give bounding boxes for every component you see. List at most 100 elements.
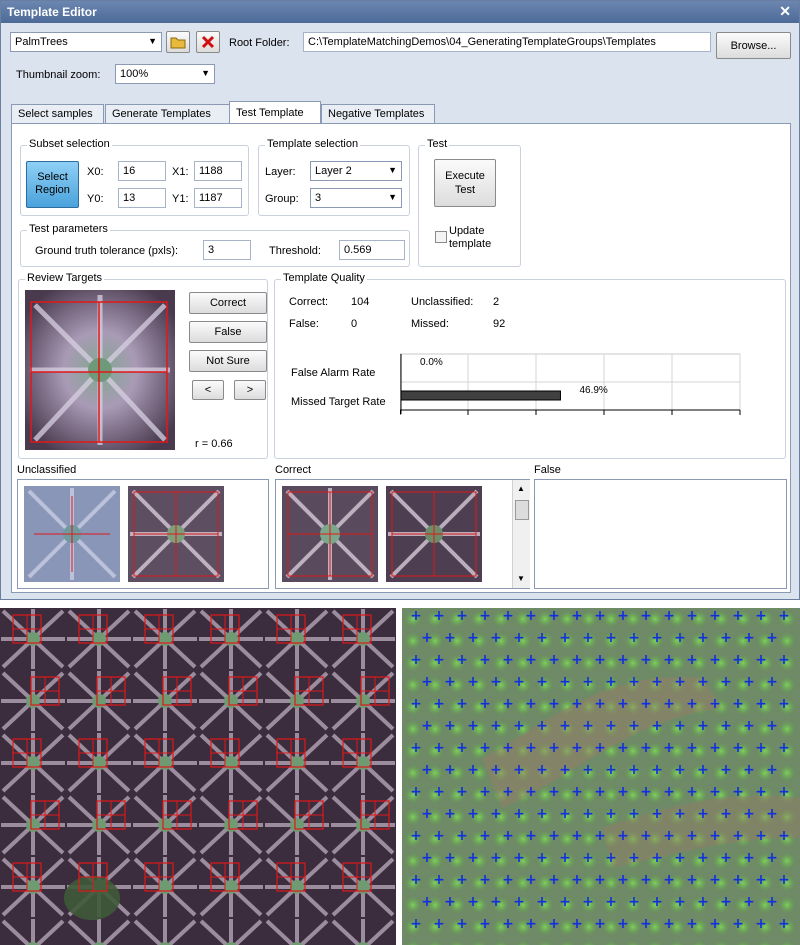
- unclassified-list[interactable]: [17, 479, 269, 589]
- y0-field[interactable]: 13: [118, 188, 166, 208]
- detection-marker: +: [732, 916, 744, 932]
- correct-list-scrollbar[interactable]: ▲ ▼: [512, 480, 530, 588]
- tab-select-samples[interactable]: Select samples: [11, 104, 104, 124]
- detection-marker: +: [571, 872, 583, 888]
- detection-marker: +: [686, 696, 698, 712]
- detection-marker: +: [617, 696, 629, 712]
- detection-marker: +: [663, 916, 675, 932]
- thumbnail-zoom-value: 100%: [120, 68, 149, 80]
- group-dropdown[interactable]: 3 ▼: [310, 188, 402, 208]
- tolerance-field[interactable]: 3: [203, 240, 251, 260]
- detection-marker: +: [456, 696, 468, 712]
- detection-marker: +: [525, 784, 537, 800]
- detection-marker: +: [490, 806, 502, 822]
- mark-false-button[interactable]: False: [189, 321, 267, 343]
- detection-marker: +: [433, 740, 445, 756]
- layer-dropdown[interactable]: Layer 2 ▼: [310, 161, 402, 181]
- mark-correct-button[interactable]: Correct: [189, 292, 267, 314]
- detection-marker: +: [778, 740, 790, 756]
- detection-marker: +: [548, 696, 560, 712]
- detection-marker: +: [525, 740, 537, 756]
- detection-marker: +: [456, 652, 468, 668]
- thumbnail-zoom-dropdown[interactable]: 100% ▼: [115, 64, 215, 84]
- tab-negative-templates[interactable]: Negative Templates: [321, 104, 435, 124]
- delete-template-button[interactable]: [196, 31, 220, 53]
- y1-label: Y1:: [172, 193, 189, 205]
- template-group-dropdown[interactable]: PalmTrees ▼: [10, 32, 162, 52]
- open-folder-button[interactable]: [166, 31, 190, 53]
- detection-marker: +: [582, 850, 594, 866]
- detection-marker: +: [605, 762, 617, 778]
- tab-generate-templates[interactable]: Generate Templates: [105, 104, 230, 124]
- detection-marker: +: [559, 894, 571, 910]
- detection-marker: +: [709, 916, 721, 932]
- detection-marker: +: [697, 718, 709, 734]
- detection-marker: +: [663, 608, 675, 624]
- detection-marker: +: [513, 894, 525, 910]
- detection-marker: +: [743, 850, 755, 866]
- correct-thumbnail[interactable]: [282, 486, 378, 582]
- detection-marker: +: [513, 762, 525, 778]
- detection-marker: +: [410, 740, 422, 756]
- scrollbar-thumb[interactable]: [515, 500, 529, 520]
- x0-field[interactable]: 16: [118, 161, 166, 181]
- thumbnail-zoom-label: Thumbnail zoom:: [16, 69, 101, 81]
- threshold-field[interactable]: 0.569: [339, 240, 405, 260]
- detection-marker: +: [479, 916, 491, 932]
- close-icon[interactable]: ✕: [779, 3, 791, 20]
- detection-marker: +: [720, 850, 732, 866]
- detection-marker: +: [697, 762, 709, 778]
- detection-marker: +: [755, 740, 767, 756]
- detection-marker: +: [732, 784, 744, 800]
- detection-marker: +: [490, 630, 502, 646]
- detection-marker: +: [479, 696, 491, 712]
- detection-marker: +: [467, 806, 479, 822]
- canopy-detection-image: + + + + + + + + + + + + + + + + + + + + + + + + + + + + + + + + + + + + + + + +…: [402, 608, 800, 945]
- previous-target-button[interactable]: <: [192, 380, 224, 400]
- detection-marker: +: [525, 696, 537, 712]
- root-folder-field[interactable]: C:\TemplateMatchingDemos\04_GeneratingTe…: [303, 32, 711, 52]
- test-parameters-title: Test parameters: [27, 223, 110, 235]
- detection-marker: +: [559, 674, 571, 690]
- detection-marker: +: [651, 806, 663, 822]
- template-selection-title: Template selection: [265, 138, 361, 150]
- unclassified-thumbnail[interactable]: [24, 486, 120, 582]
- scroll-up-icon[interactable]: ▲: [517, 484, 525, 493]
- chart-bar-1: [400, 390, 561, 401]
- correct-thumbnail[interactable]: [386, 486, 482, 582]
- correct-count-label: Correct:: [289, 296, 329, 308]
- detection-marker: +: [663, 696, 675, 712]
- browse-button[interactable]: Browse...: [716, 32, 791, 59]
- chevron-down-icon: ▼: [201, 68, 210, 78]
- detection-marker: +: [433, 872, 445, 888]
- subset-selection-title: Subset selection: [27, 138, 112, 150]
- detection-marker: +: [582, 894, 594, 910]
- quality-chart: False Alarm Rate Missed Target Rate 0.0%…: [275, 350, 780, 430]
- x1-field[interactable]: 1188: [194, 161, 242, 181]
- tab-test-template[interactable]: Test Template: [229, 101, 321, 125]
- detection-marker: +: [755, 652, 767, 668]
- detection-marker: +: [743, 630, 755, 646]
- tolerance-label: Ground truth tolerance (pxls):: [35, 245, 179, 257]
- detection-marker: +: [536, 674, 548, 690]
- mark-not-sure-button[interactable]: Not Sure: [189, 350, 267, 372]
- detection-marker: +: [594, 916, 606, 932]
- execute-test-button[interactable]: Execute Test: [434, 159, 496, 207]
- y1-field[interactable]: 1187: [194, 188, 242, 208]
- update-template-checkbox[interactable]: [435, 231, 447, 243]
- scroll-down-icon[interactable]: ▼: [517, 574, 525, 583]
- x0-label: X0:: [87, 166, 104, 178]
- correct-list[interactable]: ▲ ▼: [275, 479, 530, 589]
- detection-marker: +: [490, 674, 502, 690]
- detection-marker: +: [594, 828, 606, 844]
- unclassified-thumbnail[interactable]: [128, 486, 224, 582]
- detection-marker: +: [502, 740, 514, 756]
- detection-marker: +: [467, 762, 479, 778]
- detection-marker: +: [456, 916, 468, 932]
- select-region-button[interactable]: Select Region: [26, 161, 79, 208]
- next-target-button[interactable]: >: [234, 380, 266, 400]
- false-list[interactable]: [534, 479, 787, 589]
- detection-marker: +: [778, 828, 790, 844]
- detection-marker: +: [674, 894, 686, 910]
- missed-count-value: 92: [493, 318, 506, 330]
